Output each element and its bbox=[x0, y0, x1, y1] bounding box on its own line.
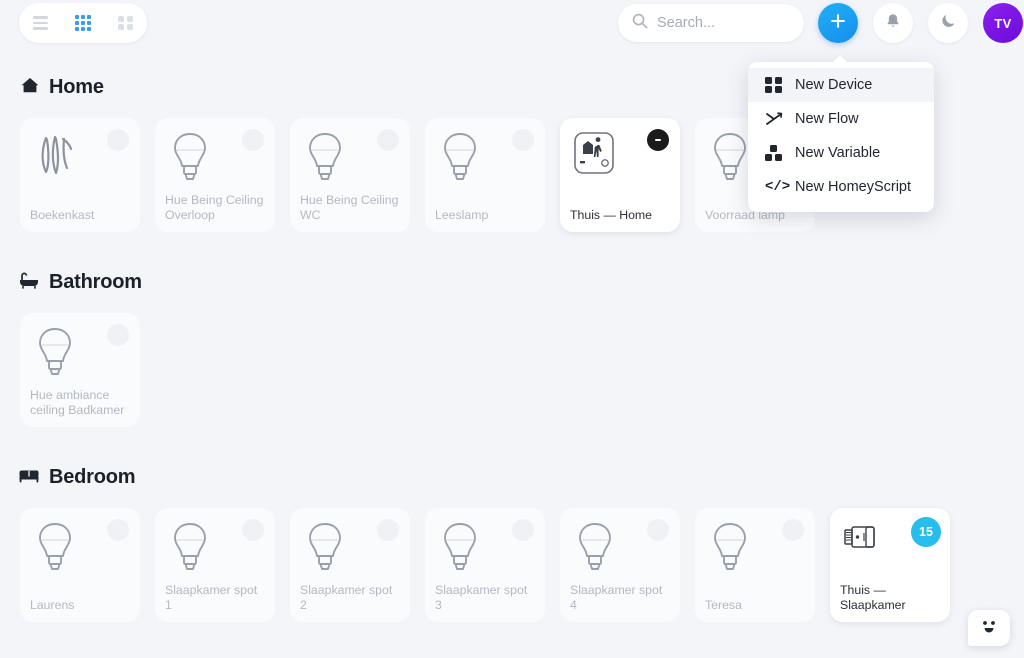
device-toggle[interactable] bbox=[107, 129, 129, 151]
menu-item-new-variable[interactable]: New Variable bbox=[748, 136, 934, 170]
grid-4-icon bbox=[765, 76, 787, 94]
device-label: Thuis — Slaapkamer bbox=[840, 583, 906, 612]
bathtub-icon bbox=[18, 271, 40, 294]
device-label: Boekenkast bbox=[30, 207, 95, 222]
device-label: Teresa bbox=[705, 597, 742, 612]
view-toggle-grid-large[interactable] bbox=[66, 8, 100, 38]
list-icon bbox=[32, 16, 48, 30]
device-label: Thuis — Home bbox=[570, 207, 653, 222]
device-card-leeslamp[interactable]: Leeslamp bbox=[425, 118, 545, 232]
menu-item-new-device[interactable]: New Device bbox=[748, 68, 934, 102]
device-card-hue-being-ceiling-overloop[interactable]: Hue Being Ceiling Overloop bbox=[155, 118, 275, 232]
search-input[interactable]: Search... bbox=[657, 15, 715, 31]
menu-item-label: New Flow bbox=[795, 111, 859, 127]
device-row-bedroom: Laurens Slaapkamer spot 1 Slaapkamer spo… bbox=[20, 508, 950, 622]
view-toggle-list[interactable] bbox=[23, 8, 57, 38]
device-toggle[interactable] bbox=[107, 519, 129, 541]
view-mode-toggle-group bbox=[19, 3, 147, 43]
chat-support-button[interactable] bbox=[968, 610, 1010, 646]
flow-arrows-icon bbox=[765, 111, 787, 127]
device-toggle[interactable] bbox=[647, 519, 669, 541]
device-row-bathroom: Hue ambiance ceiling Badkamer bbox=[20, 313, 140, 427]
avatar[interactable]: TV bbox=[983, 3, 1023, 43]
top-bar: Search... TV bbox=[0, 0, 1024, 46]
device-label: Laurens bbox=[30, 597, 75, 612]
device-card-hue-ambiance-ceiling-badkamer[interactable]: Hue ambiance ceiling Badkamer bbox=[20, 313, 140, 427]
section-header-home: Home bbox=[20, 76, 104, 99]
view-toggle-grid-small[interactable] bbox=[109, 8, 143, 38]
device-card-slaapkamer-spot-1[interactable]: Slaapkamer spot 1 bbox=[155, 508, 275, 622]
device-card-slaapkamer-spot-3[interactable]: Slaapkamer spot 3 bbox=[425, 508, 545, 622]
grid-9-icon bbox=[74, 14, 92, 32]
device-toggle[interactable] bbox=[107, 324, 129, 346]
avatar-initials: TV bbox=[994, 15, 1012, 31]
device-label: Hue Being Ceiling Overloop bbox=[165, 193, 264, 222]
section-title: Bedroom bbox=[49, 466, 136, 488]
device-card-slaapkamer-spot-2[interactable]: Slaapkamer spot 2 bbox=[290, 508, 410, 622]
code-icon: </> bbox=[765, 179, 791, 195]
device-card-laurens[interactable]: Laurens bbox=[20, 508, 140, 622]
add-new-button[interactable] bbox=[818, 3, 858, 43]
device-label: Leeslamp bbox=[435, 207, 489, 222]
search-icon bbox=[632, 13, 648, 34]
menu-item-label: New Device bbox=[795, 77, 873, 93]
device-toggle[interactable] bbox=[782, 519, 804, 541]
temperature-badge[interactable]: 15 bbox=[911, 517, 941, 547]
section-title: Bathroom bbox=[49, 271, 142, 293]
device-card-thuis-slaapkamer[interactable]: 15 Thuis — Slaapkamer bbox=[830, 508, 950, 622]
device-card-teresa[interactable]: Teresa bbox=[695, 508, 815, 622]
device-card-slaapkamer-spot-4[interactable]: Slaapkamer spot 4 bbox=[560, 508, 680, 622]
bell-icon bbox=[884, 12, 902, 35]
device-card-hue-being-ceiling-wc[interactable]: Hue Being Ceiling WC bbox=[290, 118, 410, 232]
add-new-dropdown-menu: New Device New Flow New Variable </> New… bbox=[748, 55, 934, 212]
device-toggle[interactable] bbox=[377, 519, 399, 541]
section-header-bedroom: Bedroom bbox=[18, 466, 136, 489]
dark-mode-button[interactable] bbox=[928, 3, 968, 43]
device-toggle[interactable] bbox=[242, 519, 264, 541]
device-label: Slaapkamer spot 3 bbox=[435, 583, 528, 612]
smiley-face-icon bbox=[976, 616, 1002, 641]
device-card-thuis-home[interactable]: Thuis — Home bbox=[560, 118, 680, 232]
menu-item-new-homeyscript[interactable]: </> New HomeyScript bbox=[748, 170, 934, 204]
menu-item-label: New Variable bbox=[795, 145, 881, 161]
menu-item-label: New HomeyScript bbox=[795, 179, 912, 195]
variable-blocks-icon bbox=[765, 144, 787, 162]
device-label: Slaapkamer spot 2 bbox=[300, 583, 393, 612]
house-icon bbox=[20, 76, 40, 99]
device-label: Hue ambiance ceiling Badkamer bbox=[30, 388, 125, 417]
device-toggle[interactable] bbox=[647, 129, 669, 151]
search-box[interactable]: Search... bbox=[618, 4, 804, 42]
section-header-bathroom: Bathroom bbox=[18, 271, 142, 294]
grid-4-icon bbox=[118, 15, 133, 31]
device-toggle[interactable] bbox=[242, 129, 264, 151]
device-label: Slaapkamer spot 4 bbox=[570, 583, 663, 612]
device-toggle[interactable] bbox=[512, 519, 534, 541]
device-row-home: Boekenkast Hue Being Ceiling Overloop Hu… bbox=[20, 118, 815, 232]
device-card-boekenkast[interactable]: Boekenkast bbox=[20, 118, 140, 232]
menu-item-new-flow[interactable]: New Flow bbox=[748, 102, 934, 136]
device-toggle[interactable] bbox=[512, 129, 534, 151]
section-title: Home bbox=[49, 76, 104, 98]
notifications-button[interactable] bbox=[873, 3, 913, 43]
device-label: Hue Being Ceiling WC bbox=[300, 193, 399, 222]
bed-icon bbox=[18, 467, 40, 488]
moon-icon bbox=[939, 11, 958, 35]
device-toggle[interactable] bbox=[377, 129, 399, 151]
plus-icon bbox=[828, 11, 848, 36]
device-label: Slaapkamer spot 1 bbox=[165, 583, 258, 612]
